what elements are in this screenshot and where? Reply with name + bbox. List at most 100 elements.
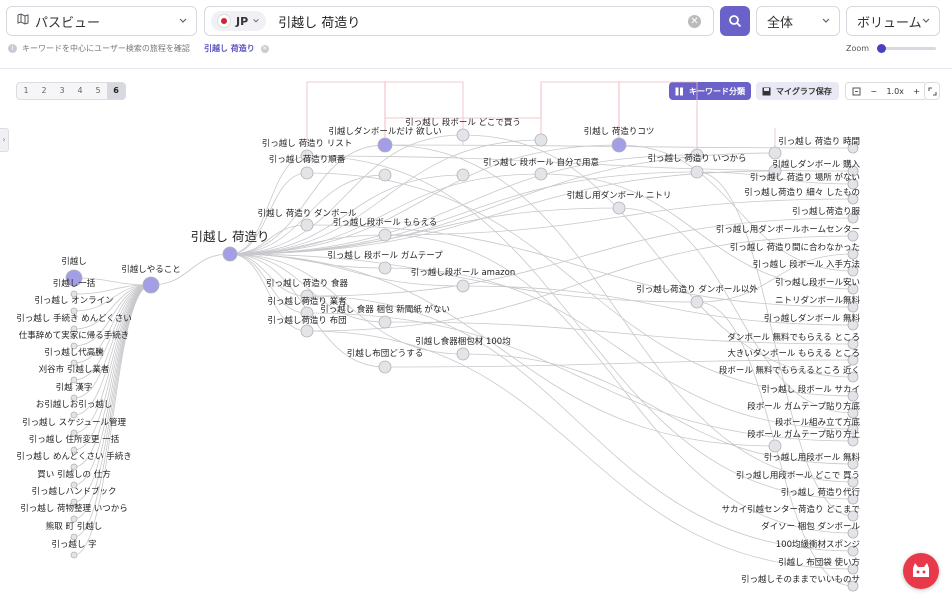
graph-node-label: 引っ越し荷造り 細々 したもの — [744, 187, 860, 198]
graph-node-label: 引っ越し 荷造り 場所 がない — [750, 172, 860, 183]
graph-node-label: 引っ越し荷造り服 — [792, 206, 861, 217]
graph-node[interactable] — [456, 168, 470, 182]
graph-node-label: 引っ越し 手続き めんどくさい — [16, 313, 131, 324]
graph-edge — [229, 253, 308, 297]
graph-node-label: 引っ越し 荷造り いつから — [648, 153, 747, 164]
graph-node-label: 引っ越しそのままでいいものサ — [741, 574, 860, 585]
graph-edge — [229, 253, 698, 303]
chat-bot-button[interactable] — [903, 553, 939, 589]
clear-search-icon[interactable]: ✕ — [688, 15, 701, 28]
info-icon: i — [8, 44, 17, 53]
graph-node-label: 引っ越し 荷造り リスト — [262, 138, 352, 149]
graph-node-label: ダイソー 梱包 ダンボール — [761, 521, 860, 532]
graph-node-label: 引っ越し 段ボール どこで買う — [405, 117, 521, 128]
country-code: JP — [236, 14, 249, 28]
graph-node-label: 引っ越し段ボール もらえる — [333, 217, 437, 228]
graph-node-label: 引っ越し 字 — [51, 539, 96, 550]
graph-node[interactable] — [768, 439, 782, 453]
graph-node-label: 引っ越し 段ボール サカイ — [761, 384, 860, 395]
graph-node-label: 段ボール組み立て方底 — [775, 417, 861, 428]
chevron-down-icon — [922, 18, 930, 23]
graph-node-highlight[interactable] — [611, 137, 627, 153]
graph-node-label: 引っ越し荷造り順番 — [269, 154, 346, 165]
graph-node-label: 引越しやること — [121, 264, 180, 275]
graph-node[interactable] — [612, 201, 626, 215]
view-select[interactable]: パスビュー — [6, 6, 197, 36]
graph-node[interactable] — [378, 261, 392, 275]
graph-node[interactable] — [378, 360, 392, 374]
graph-node-label: 引っ越しダンボール 無料 — [764, 313, 861, 324]
graph-node-label: 引越 漢字 — [56, 382, 93, 393]
hint-text: キーワードを中心にユーザー検索の旅程を確認 — [22, 44, 190, 53]
active-keyword-tag[interactable]: 引越し 荷造り ✕ — [204, 43, 269, 54]
chevron-down-icon — [179, 18, 187, 23]
graph-node-label: 引っ越し用段ボール どこで 買う — [736, 470, 860, 481]
graph-node[interactable] — [300, 218, 314, 232]
zoom-slider[interactable] — [876, 44, 936, 53]
path-view-icon — [17, 13, 29, 29]
center-keyword-label: 引越し 荷造り — [191, 229, 270, 244]
graph-node-label: 引越し用ダンボール ニトリ — [567, 190, 672, 201]
remove-tag-icon[interactable]: ✕ — [260, 44, 269, 53]
top-bar: パスビュー JP 引越し 荷造り ✕ 全体 ボリューム i キーワードを中心にユ… — [0, 0, 952, 69]
scope-select-label: 全体 — [767, 15, 794, 31]
graph-node-label: 引越し — [61, 256, 87, 267]
graph-node-label: 引っ越し 荷造り代行 — [781, 487, 861, 498]
graph-node-label: 引っ越し めんどくさい 手続き — [16, 451, 131, 462]
graph-node-label: 刈谷市 引越し業者 — [39, 364, 110, 375]
graph-node[interactable] — [378, 228, 392, 242]
scope-select[interactable]: 全体 — [756, 6, 840, 36]
graph-node-label: 引越し 布団袋 使い方 — [778, 557, 860, 568]
graph-node-center[interactable] — [222, 246, 238, 262]
graph-node-label: 段ボール ガムテープ貼り方底 — [747, 401, 860, 412]
graph-node-label: 引っ越し段ボール amazon — [411, 267, 515, 278]
graph-node-highlight[interactable] — [377, 137, 393, 153]
graph-node[interactable] — [690, 165, 704, 179]
graph-node-label: ダンボール 無料でもらえる ところ — [727, 332, 860, 343]
graph-node-highlight[interactable] — [142, 276, 160, 294]
graph-node-label: 引っ越し 食器 梱包 新聞紙 がない — [320, 304, 450, 315]
graph-node[interactable] — [456, 279, 470, 293]
search-box[interactable]: JP 引越し 荷造り ✕ — [204, 6, 714, 36]
active-tag-label: 引越し 荷造り — [204, 44, 255, 53]
graph-node[interactable] — [378, 315, 392, 329]
graph-node-label: 引っ越し 荷造り間に合わなかった — [730, 242, 860, 253]
graph-node[interactable] — [300, 166, 314, 180]
graph-node[interactable] — [300, 324, 314, 338]
graph-node[interactable] — [378, 168, 392, 182]
search-input[interactable]: 引越し 荷造り — [278, 12, 360, 31]
zoom-slider-handle[interactable] — [876, 44, 886, 53]
graph-node-label: 引っ越しハンドブック — [31, 486, 116, 497]
graph-node-label: 引っ越し 荷造り 時間 — [778, 136, 860, 147]
graph-node-label: 引っ越し用ダンボールホームセンター — [716, 224, 860, 235]
zoom-label: Zoom — [846, 44, 870, 53]
chevron-down-icon — [822, 18, 830, 23]
graph-node-label: 引っ越し荷造り ダンボール以外 — [636, 284, 758, 295]
graph-node-label: 引っ越し 段ボール 入手方法 — [753, 259, 860, 270]
graph-node[interactable] — [534, 167, 548, 181]
graph-node[interactable] — [534, 133, 548, 147]
graph-node[interactable] — [70, 551, 78, 559]
graph-node[interactable] — [456, 128, 470, 142]
search-icon — [729, 15, 742, 28]
graph-node-label: 引っ越し 荷物整理 いつから — [20, 503, 127, 514]
graph-node[interactable] — [456, 347, 470, 361]
keyword-path-graph: 引越し引越し一括引っ越し オンライン引っ越し 手続き めんどくさい仕事辞めて実家… — [16, 81, 861, 592]
graph-node-label: 仕事辞めて実家に帰る手続き — [19, 330, 130, 341]
graph-node-label: 引っ越し段ボール安い — [775, 277, 860, 288]
graph-node-label: 熊取 町 引越し — [46, 521, 102, 532]
graph-node-label: 引っ越し代高騰 — [44, 347, 104, 358]
graph-node-label: 引っ越し 段ボール 自分で用意 — [483, 157, 599, 168]
japan-flag-icon — [217, 14, 231, 28]
graph-node-label: 引っ越し 荷造り 食器 — [266, 278, 348, 289]
graph-node-label: サカイ引越センター荷造り どこまで — [722, 504, 860, 515]
graph-node[interactable] — [690, 295, 704, 309]
graph-node-label: 引越し 荷造りコツ — [584, 126, 655, 137]
hint: i キーワードを中心にユーザー検索の旅程を確認 — [8, 43, 190, 54]
search-button[interactable] — [720, 6, 750, 36]
country-select[interactable]: JP — [211, 11, 267, 31]
graph-node-label: 引っ越し オンライン — [34, 295, 113, 306]
graph-node-label: 引越しダンボール 購入 — [772, 159, 860, 170]
volume-select[interactable]: ボリューム — [846, 6, 940, 36]
graph-node[interactable] — [768, 146, 782, 160]
